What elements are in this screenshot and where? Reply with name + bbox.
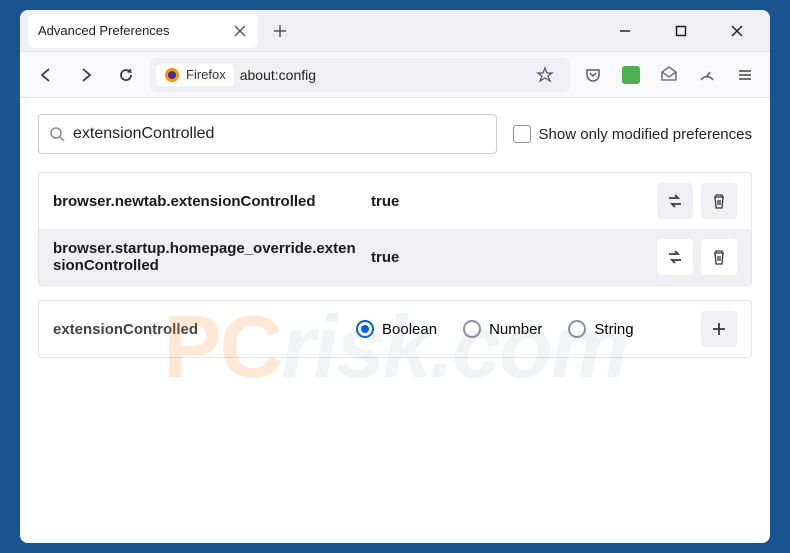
pref-value: true (371, 249, 649, 266)
radio-label: Boolean (382, 321, 437, 338)
radio-label: String (594, 321, 633, 338)
new-pref-name: extensionControlled (53, 321, 338, 338)
menu-icon[interactable] (730, 60, 760, 90)
delete-button[interactable] (701, 239, 737, 275)
type-radio-group: Boolean Number String (356, 320, 683, 338)
search-box[interactable] (38, 114, 497, 154)
navigation-toolbar: Firefox about:config (20, 52, 770, 98)
radio-label: Number (489, 321, 542, 338)
active-tab[interactable]: Advanced Preferences (28, 14, 258, 48)
window-controls (606, 16, 770, 46)
radio-boolean[interactable]: Boolean (356, 320, 437, 338)
show-only-label: Show only modified preferences (539, 126, 752, 143)
inbox-icon[interactable] (654, 60, 684, 90)
identity-badge[interactable]: Firefox (156, 64, 234, 86)
radio-icon (356, 320, 374, 338)
titlebar: Advanced Preferences (20, 10, 770, 52)
performance-icon[interactable] (692, 60, 722, 90)
new-preference-row: extensionControlled Boolean Number Strin… (38, 300, 752, 358)
preferences-table: browser.newtab.extensionControlled true … (38, 172, 752, 286)
reload-button[interactable] (110, 59, 142, 91)
search-row: Show only modified preferences (38, 114, 752, 154)
search-icon (49, 126, 65, 142)
minimize-button[interactable] (606, 16, 644, 46)
radio-number[interactable]: Number (463, 320, 542, 338)
firefox-icon (164, 67, 180, 83)
forward-button[interactable] (70, 59, 102, 91)
url-bar[interactable]: Firefox about:config (150, 58, 570, 92)
url-text: about:config (240, 67, 524, 83)
pocket-icon[interactable] (578, 60, 608, 90)
new-tab-button[interactable] (266, 17, 294, 45)
radio-icon (463, 320, 481, 338)
toggle-button[interactable] (657, 183, 693, 219)
radio-icon (568, 320, 586, 338)
browser-window: Advanced Preferences (20, 10, 770, 543)
radio-string[interactable]: String (568, 320, 633, 338)
pref-row: browser.startup.homepage_override.extens… (39, 229, 751, 285)
tab-title: Advanced Preferences (38, 23, 224, 38)
close-tab-icon[interactable] (232, 23, 248, 39)
pref-value: true (371, 193, 649, 210)
identity-label: Firefox (186, 67, 226, 82)
show-only-modified-toggle[interactable]: Show only modified preferences (513, 125, 752, 143)
back-button[interactable] (30, 59, 62, 91)
checkbox-icon (513, 125, 531, 143)
search-input[interactable] (73, 125, 486, 143)
maximize-button[interactable] (662, 16, 700, 46)
about-config-content: PCrisk.com Show only modified preference… (20, 98, 770, 543)
toggle-button[interactable] (657, 239, 693, 275)
bookmark-star-icon[interactable] (530, 60, 560, 90)
pref-name: browser.startup.homepage_override.extens… (53, 240, 363, 274)
pref-row: browser.newtab.extensionControlled true (39, 173, 751, 229)
add-button[interactable] (701, 311, 737, 347)
delete-button[interactable] (701, 183, 737, 219)
extension-icon[interactable] (616, 60, 646, 90)
close-window-button[interactable] (718, 16, 756, 46)
pref-name: browser.newtab.extensionControlled (53, 193, 363, 210)
